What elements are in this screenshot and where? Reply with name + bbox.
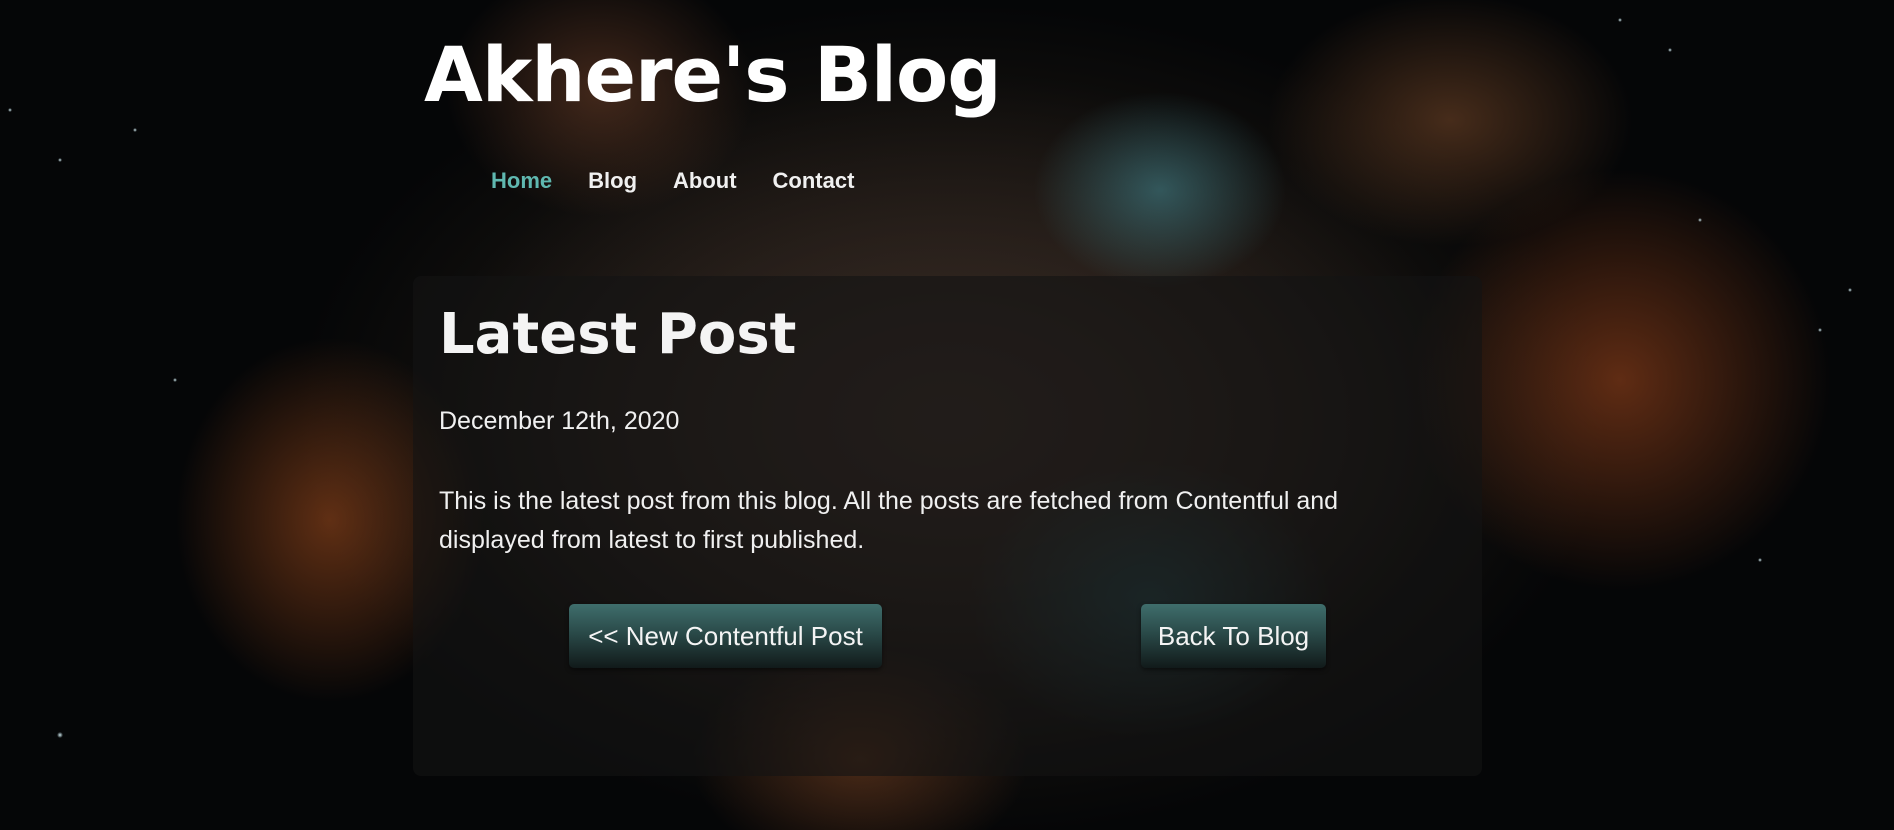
latest-post-card: Latest Post December 12th, 2020 This is … bbox=[413, 276, 1482, 776]
post-date: December 12th, 2020 bbox=[439, 407, 680, 435]
new-contentful-post-button[interactable]: << New Contentful Post bbox=[569, 604, 882, 668]
nav-item-about[interactable]: About bbox=[673, 168, 737, 194]
post-heading: Latest Post bbox=[439, 302, 797, 367]
nav-item-blog[interactable]: Blog bbox=[588, 168, 637, 194]
nav-item-contact[interactable]: Contact bbox=[773, 168, 855, 194]
nav-item-home[interactable]: Home bbox=[491, 168, 552, 194]
main-nav: Home Blog About Contact bbox=[491, 168, 854, 194]
site-title: Akhere's Blog bbox=[424, 30, 1002, 119]
back-to-blog-button[interactable]: Back To Blog bbox=[1141, 604, 1326, 668]
site-header: Akhere's Blog bbox=[424, 30, 1002, 120]
post-body: This is the latest post from this blog. … bbox=[439, 487, 1339, 554]
